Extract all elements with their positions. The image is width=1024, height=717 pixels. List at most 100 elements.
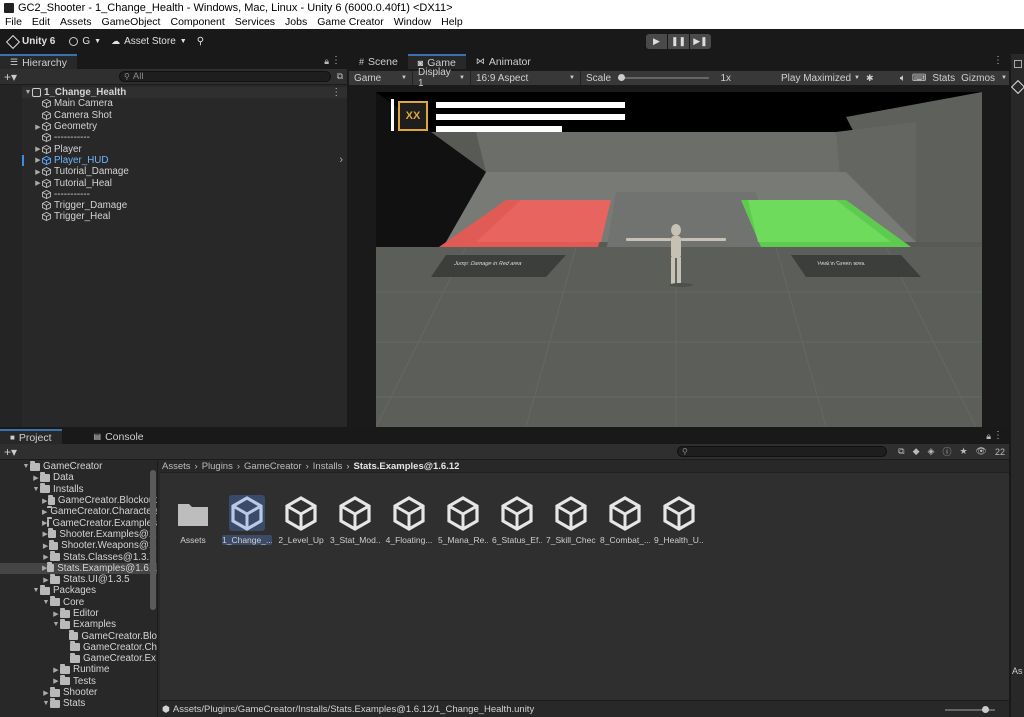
project-folder-item[interactable]: ▶ GameCreator.Characters [0,505,157,517]
project-search-input[interactable]: ⚲ [677,446,887,457]
chevron-right-icon[interactable]: ▶ [42,689,50,697]
scene-row[interactable]: ▼ 1_Change_Health ⋮ [0,87,347,99]
project-folder-item[interactable]: ▼ Packages [0,584,157,596]
menu-services[interactable]: Services [230,16,280,28]
chevron-right-icon[interactable]: ▶ [34,168,42,176]
audio-icon[interactable]: 🔈︎ [900,73,906,84]
hierarchy-item[interactable]: ▶ Player_HUD › [0,154,347,166]
tab-console[interactable]: ▤ Console [84,429,154,444]
chevron-right-icon[interactable]: › [339,154,343,166]
tree-scrollbar[interactable] [150,470,156,610]
project-folder-item[interactable]: ▶ Data [0,471,157,483]
asset-scene[interactable]: 7_Skill_Check [546,495,596,545]
add-icon[interactable]: +▾ [4,445,17,459]
tab-scene[interactable]: # Scene [349,54,408,69]
menu-window[interactable]: Window [389,16,436,28]
scale-slider-handle[interactable] [618,74,626,81]
open-scene-icon[interactable]: ⧉ [337,71,343,82]
breadcrumb-item[interactable]: Installs [313,461,343,472]
asset-scene[interactable]: 1_Change_... [222,495,272,545]
hierarchy-item[interactable]: ▶ Geometry [0,121,347,132]
asset-folder[interactable]: Assets [168,495,218,545]
project-folder-item[interactable]: GameCreator.Ch [0,641,157,653]
add-icon[interactable]: +▾ [4,70,17,84]
project-folder-item[interactable]: ▼ Stats [0,697,157,709]
breadcrumb-item[interactable]: Plugins [202,461,233,472]
asset-scene[interactable]: 8_Combat_... [600,495,650,545]
chevron-right-icon[interactable]: ▶ [52,666,60,674]
chevron-down-icon[interactable]: ▼ [42,599,50,606]
chevron-right-icon[interactable]: ▶ [34,145,42,153]
project-folder-item[interactable]: ▶ Shooter [0,686,157,698]
asset-scene[interactable]: 5_Mana_Re... [438,495,488,545]
bug-icon[interactable]: ✱ [866,73,874,84]
more-options-icon[interactable]: ⋮ [331,87,341,98]
project-folder-item[interactable]: ▶ Shooter.Examples@1. [0,528,157,540]
scale-slider[interactable] [618,74,710,81]
play-button[interactable]: ▶ [646,34,667,49]
account-button[interactable]: G ▼ [69,36,101,47]
tab-animator[interactable]: ⋈ Animator [466,54,541,69]
gizmos-button[interactable]: Gizmos [961,73,995,84]
breadcrumb-item[interactable]: Assets [162,461,191,472]
project-folder-item[interactable]: ▶ Shooter.Weapons@1. [0,539,157,551]
star-icon[interactable]: ★ [959,446,967,457]
asset-scene[interactable]: 2_Level_Up [276,495,326,545]
label-icon[interactable]: ◈ [928,446,935,457]
step-button[interactable]: ▶❚ [690,34,711,49]
project-folder-item[interactable]: ▶ Stats.Examples@1.6.1 [0,562,157,574]
display-dropdown[interactable]: Display 1 ▼ [413,67,471,89]
hierarchy-item[interactable]: ▶ Player [0,143,347,155]
lock-icon[interactable]: 🔒︎ [324,56,329,67]
asset-scene[interactable]: 6_Status_Ef... [492,495,542,545]
project-folder-item[interactable]: ▼ Examples [0,618,157,630]
chevron-right-icon[interactable]: ▶ [42,497,48,505]
project-folder-item[interactable]: ▶ Tests [0,675,157,687]
hierarchy-item[interactable]: Main Camera [0,98,347,109]
asset-scene[interactable]: 9_Health_U... [654,495,704,545]
hierarchy-item[interactable]: Camera Shot [0,110,347,121]
project-folder-item[interactable]: ▶ GameCreator.Blockout [0,494,157,506]
project-folder-item[interactable]: ▼ Installs [0,483,157,495]
menu-game-creator[interactable]: Game Creator [312,16,389,28]
chevron-right-icon[interactable]: ▶ [42,508,47,516]
hierarchy-item[interactable]: Trigger_Damage [0,200,347,211]
more-options-icon[interactable]: ⋮ [331,55,341,66]
game-viewport[interactable]: Jump: Damage in Red area Heal in Green a… [376,92,982,427]
lock-icon[interactable]: 🔒︎ [986,431,991,442]
project-folder-item[interactable]: ▶ Editor [0,607,157,619]
game-mode-dropdown[interactable]: Game ▼ [349,71,413,85]
chevron-down-icon[interactable]: ▼ [24,89,32,96]
chevron-right-icon[interactable]: ▶ [42,542,49,550]
chevron-right-icon[interactable]: ▶ [52,610,60,618]
project-folder-item[interactable]: ▶ Stats.UI@1.3.5 [0,573,157,585]
aspect-dropdown[interactable]: 16:9 Aspect ▼ [471,71,581,85]
pause-button[interactable]: ❚❚ [668,34,689,49]
hierarchy-item[interactable]: ▶ Tutorial_Heal [0,177,347,189]
menu-help[interactable]: Help [436,16,468,28]
chevron-down-icon[interactable]: ▼ [22,463,30,470]
version-control-button[interactable]: ⚲ [197,36,204,47]
hierarchy-item[interactable]: Trigger_Heal [0,211,347,222]
project-folder-item[interactable]: GameCreator.Ex [0,652,157,664]
chevron-down-icon[interactable]: ▼ [52,621,60,628]
hierarchy-item[interactable]: ----------- [0,132,347,143]
tab-project[interactable]: ■ Project [0,429,62,444]
project-folder-item[interactable]: ▶ Runtime [0,663,157,675]
tab-hierarchy[interactable]: ☰ Hierarchy [0,54,78,69]
asset-scene[interactable]: 3_Stat_Mod... [330,495,380,545]
info-icon[interactable]: ⓘ [942,445,951,458]
filter-type-icon[interactable]: ◆ [913,446,920,457]
asset-scene[interactable]: 4_Floating... [384,495,434,545]
chevron-down-icon[interactable]: ▼ [42,700,50,707]
menu-assets[interactable]: Assets [55,16,97,28]
hierarchy-item[interactable]: ----------- [0,189,347,200]
project-folder-item[interactable]: ▶ Stats.Classes@1.3.7 [0,551,157,563]
breadcrumb-item-current[interactable]: Stats.Examples@1.6.12 [354,461,460,472]
chevron-right-icon[interactable]: ▶ [34,156,42,164]
icon-size-slider[interactable] [945,706,995,713]
menu-edit[interactable]: Edit [27,16,55,28]
more-options-icon[interactable]: ⋮ [993,430,1003,441]
unity-home-button[interactable]: Unity 6 [5,34,55,49]
chevron-right-icon[interactable]: ▶ [52,677,60,685]
